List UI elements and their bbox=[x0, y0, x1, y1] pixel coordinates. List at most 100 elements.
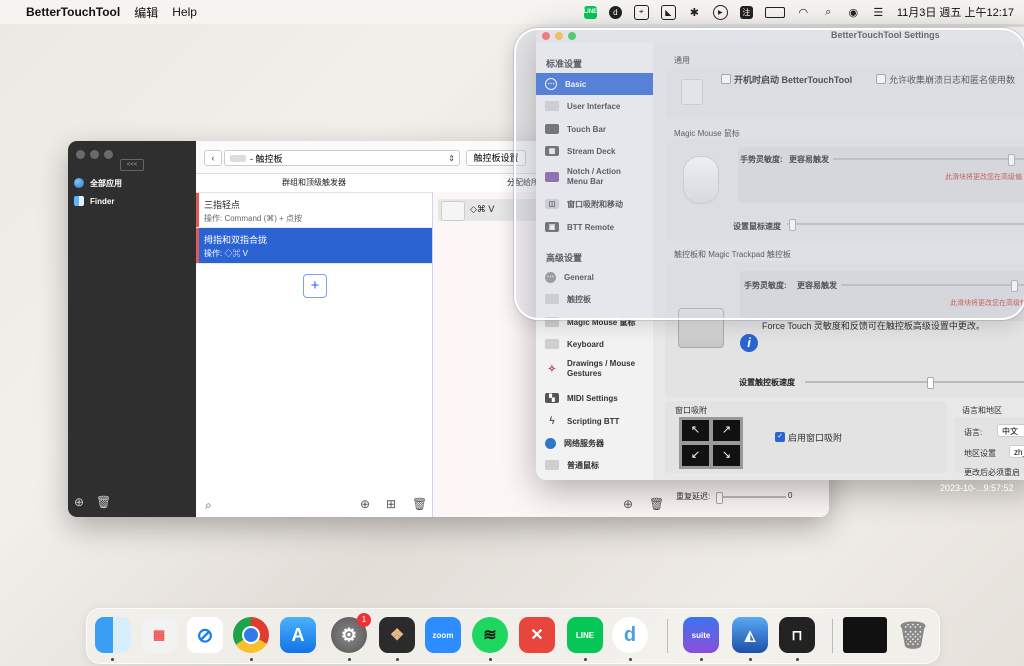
new-folder-icon[interactable]: ⊞ bbox=[386, 497, 396, 511]
settings-item-drawings[interactable]: ✧ Drawings / Mouse Gestures bbox=[536, 355, 653, 383]
input-method-icon[interactable]: 注 bbox=[739, 5, 753, 19]
sidebar-item-finder[interactable]: Finder bbox=[68, 192, 196, 210]
dock-dict-icon[interactable]: d bbox=[612, 617, 648, 653]
dock-window-preview[interactable] bbox=[843, 617, 887, 653]
dock-btt-icon[interactable]: ❖ bbox=[379, 617, 415, 653]
device-select-label: - 触控板 bbox=[250, 153, 283, 164]
language-label: 语言: bbox=[964, 428, 983, 437]
region-field[interactable]: zh_ bbox=[1009, 445, 1024, 458]
settings-item-midi[interactable]: ▚ MIDI Settings bbox=[536, 387, 653, 409]
trigger-detail: 操作: ◇⌘ V bbox=[204, 249, 249, 258]
delete-trigger-icon[interactable]: 🗑 bbox=[412, 497, 427, 511]
device-select[interactable]: - 触控板 ⇕ bbox=[224, 150, 460, 166]
collapse-sidebar-button[interactable]: <<< bbox=[120, 159, 144, 171]
window-snap-icon: ↖ ↗ ↙ ↘ bbox=[679, 417, 743, 469]
repeat-delay-label: 重复延迟: bbox=[676, 492, 711, 501]
drawing-icon: ✧ bbox=[547, 363, 557, 375]
sidebar-item-label: 全部应用 bbox=[90, 178, 122, 188]
close-button[interactable] bbox=[76, 150, 85, 159]
app-sidebar: <<< 全部应用 Finder ⊕ 🗑 bbox=[68, 141, 196, 517]
settings-item-keyboard[interactable]: Keyboard bbox=[536, 333, 653, 355]
wifi-icon[interactable]: ◠ bbox=[797, 6, 810, 19]
trigger-row[interactable]: 三指轻点 操作: Command (⌘) + 点按 bbox=[196, 193, 432, 228]
add-trigger-icon[interactable]: ⊕ bbox=[360, 497, 370, 511]
keyboard-icon bbox=[545, 339, 559, 349]
selection-highlight bbox=[514, 28, 1024, 320]
settings-item-web-server[interactable]: 网络服务器 bbox=[536, 432, 653, 454]
settings-item-normal-mouse[interactable]: 普通鼠标 bbox=[536, 454, 653, 476]
sidebar-item-all-apps[interactable]: 全部应用 bbox=[68, 174, 196, 192]
script-icon: ϟ bbox=[549, 415, 555, 427]
trackpad-speed-label: 设置触控板速度 bbox=[739, 378, 795, 387]
language-select[interactable]: 中文 bbox=[997, 424, 1024, 437]
play-status-icon[interactable]: ▶ bbox=[712, 4, 728, 20]
dock: ▦ ⊘ A ⚙ 1 ❖ zoom ≋ ✕ LINE d suite ◭ ⊓ 🗑 bbox=[86, 608, 940, 664]
enable-window-snap-checkbox[interactable]: ✓ bbox=[775, 432, 785, 442]
dock-spotify-icon[interactable]: ≋ bbox=[472, 617, 508, 653]
back-button[interactable]: ‹ bbox=[204, 150, 222, 166]
menu-app-name[interactable]: BetterTouchTool bbox=[26, 5, 120, 19]
dock-separator bbox=[667, 619, 668, 653]
add-app-icon[interactable]: ⊕ bbox=[74, 495, 84, 509]
dock-safari-icon[interactable]: ⊘ bbox=[187, 617, 223, 653]
user-icon[interactable]: ◉ bbox=[847, 6, 860, 19]
add-action-icon[interactable]: ⊕ bbox=[623, 497, 633, 511]
menu-bar: BetterTouchTool 编辑 Help LINE d ⌖ ◣ ✱ ▶ 注… bbox=[0, 0, 1024, 24]
delete-action-icon[interactable]: 🗑 bbox=[649, 497, 664, 511]
keyboard-shortcut-icon bbox=[441, 201, 465, 221]
menu-help[interactable]: Help bbox=[172, 5, 197, 19]
bluetooth-status-icon[interactable]: ✱ bbox=[688, 6, 701, 19]
add-trigger-button[interactable]: + bbox=[303, 274, 327, 298]
dock-suite-icon[interactable]: suite bbox=[683, 617, 719, 653]
dock-launchpad-icon[interactable]: ▦ bbox=[141, 617, 177, 653]
globe-icon bbox=[545, 437, 556, 449]
info-icon[interactable]: i bbox=[740, 334, 758, 352]
trigger-title: 拇指和双指合拢 bbox=[204, 235, 268, 245]
screenshot-timestamp: 2023-10-...9:57:52 bbox=[940, 483, 1014, 493]
dock-app-store-icon[interactable]: A bbox=[280, 617, 316, 653]
dock-finder-icon[interactable] bbox=[95, 617, 131, 653]
enable-window-snap-label: 启用窗口吸附 bbox=[788, 433, 843, 443]
restart-note: 更改后必须重启 bbox=[964, 468, 1020, 477]
region-label: 地区设置 bbox=[964, 449, 996, 458]
lasso-status-icon[interactable]: ⌖ bbox=[633, 4, 649, 20]
dock-trash-icon[interactable]: 🗑 bbox=[895, 617, 931, 653]
chevron-updown-icon: ⇕ bbox=[448, 153, 455, 163]
control-center-icon[interactable]: ☰ bbox=[872, 6, 885, 19]
trigger-detail: 操作: Command (⌘) + 点按 bbox=[204, 214, 303, 223]
window-snap-label: 窗口吸附 bbox=[675, 406, 707, 415]
trackpad-speed-slider[interactable] bbox=[805, 377, 1024, 389]
menu-datetime[interactable]: 11月3日 週五 上午12:17 bbox=[897, 4, 1014, 20]
menu-edit[interactable]: 编辑 bbox=[134, 4, 158, 21]
search-icon[interactable]: ⌕ bbox=[205, 498, 212, 513]
battery-icon[interactable] bbox=[764, 6, 785, 18]
dock-bartender-icon[interactable]: ⊓ bbox=[779, 617, 815, 653]
dock-chrome-icon[interactable] bbox=[233, 617, 269, 653]
dock-separator bbox=[832, 619, 833, 653]
search-icon[interactable]: ⌕ bbox=[822, 6, 835, 19]
repeat-delay-value: 0 bbox=[788, 491, 793, 500]
dict-status-icon[interactable]: d bbox=[608, 5, 622, 19]
sidebar-item-label: Finder bbox=[90, 196, 115, 206]
dock-zoom-icon[interactable]: zoom bbox=[425, 617, 461, 653]
trigger-column-header: 群组和顶级触发器 bbox=[196, 174, 432, 193]
dock-mosaic-icon[interactable]: ◭ bbox=[732, 617, 768, 653]
mouse-icon bbox=[545, 460, 559, 470]
line-status-icon[interactable]: LINE bbox=[583, 5, 597, 19]
trigger-title: 三指轻点 bbox=[204, 200, 241, 210]
zoom-button[interactable] bbox=[104, 150, 113, 159]
globe-icon bbox=[74, 178, 84, 188]
trigger-row-selected[interactable]: 拇指和双指合拢 操作: ◇⌘ V bbox=[196, 228, 432, 264]
trash-icon[interactable]: 🗑 bbox=[96, 495, 111, 509]
dock-line-icon[interactable]: LINE bbox=[567, 617, 603, 653]
notification-badge: 1 bbox=[357, 613, 371, 627]
action-label: ◇⌘ V bbox=[470, 204, 495, 214]
midi-icon: ▚ bbox=[545, 393, 559, 403]
language-region-label: 语言和地区 bbox=[962, 406, 1002, 415]
minimize-button[interactable] bbox=[90, 150, 99, 159]
repeat-delay-slider[interactable] bbox=[716, 492, 786, 504]
settings-item-scripting[interactable]: ϟ Scripting BTT bbox=[536, 410, 653, 432]
trackpad-icon bbox=[230, 154, 246, 162]
btt-status-icon[interactable]: ◣ bbox=[660, 4, 676, 20]
dock-xmind-icon[interactable]: ✕ bbox=[519, 617, 555, 653]
